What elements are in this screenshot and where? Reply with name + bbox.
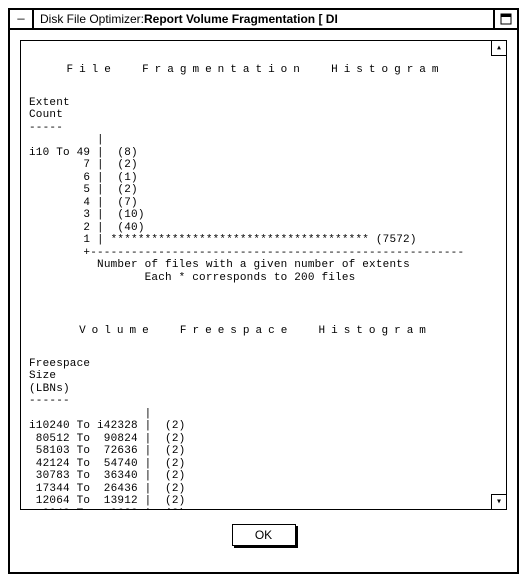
scroll-up-button[interactable]: ▴ <box>491 40 507 56</box>
client-area: ▴ ▾ File Fragmentation Histogram Extent … <box>10 30 517 572</box>
titlebar: — Disk File Optimizer: Report Volume Fra… <box>10 10 517 30</box>
title-prefix: Disk File Optimizer: <box>40 12 144 26</box>
ok-button[interactable]: OK <box>232 524 296 546</box>
freespace-header: Freespace Size (LBNs) ------ <box>29 358 90 408</box>
frag-footer-line1: Number of files with a given number of e… <box>97 259 410 271</box>
frag-footer-line2: Each * corresponds to 200 files <box>145 272 356 284</box>
maximize-button[interactable] <box>493 10 517 28</box>
section-title-fragmentation: File Fragmentation Histogram <box>29 64 482 77</box>
maximize-icon <box>500 13 512 25</box>
window-title: Disk File Optimizer: Report Volume Fragm… <box>34 10 493 28</box>
section-title-freespace: Volume Freespace Histogram <box>29 325 482 338</box>
title-main: Report Volume Fragmentation [ DI <box>144 12 338 26</box>
scroll-down-button[interactable]: ▾ <box>491 494 507 510</box>
chevron-up-icon: ▴ <box>496 42 502 54</box>
button-row: OK <box>20 524 507 546</box>
report-text: File Fragmentation Histogram Extent Coun… <box>21 41 490 509</box>
report-panel: ▴ ▾ File Fragmentation Histogram Extent … <box>20 40 507 510</box>
chevron-down-icon: ▾ <box>496 496 502 508</box>
window-frame: — Disk File Optimizer: Report Volume Fra… <box>8 8 519 574</box>
extent-count-header: Extent Count ----- <box>29 97 70 134</box>
system-menu-button[interactable]: — <box>10 10 34 28</box>
frag-footer-rule: +---------------------------------------… <box>29 247 464 259</box>
